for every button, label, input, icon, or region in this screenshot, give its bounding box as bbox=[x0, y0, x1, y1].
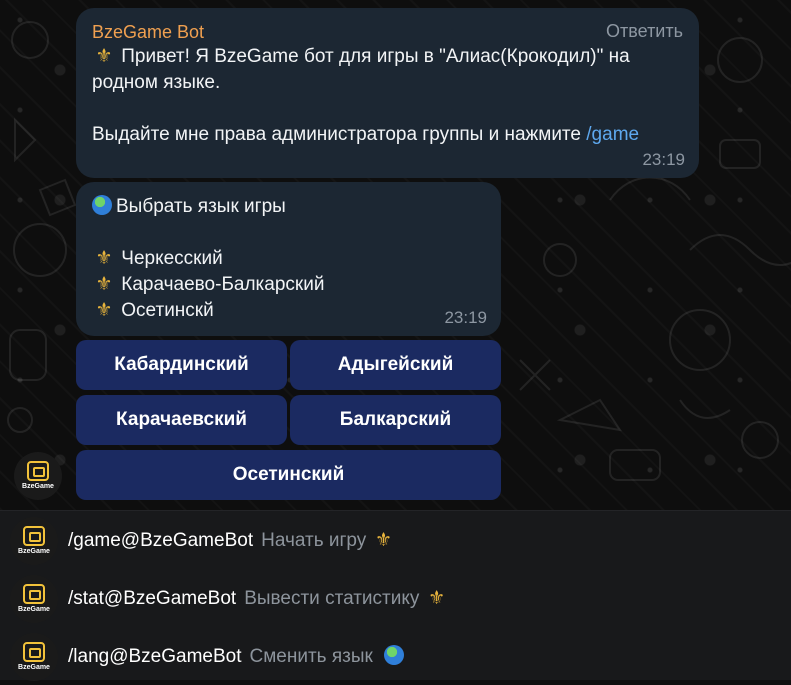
message-time: 23:19 bbox=[444, 308, 487, 327]
avatar-text: BzeGame bbox=[18, 548, 50, 555]
command-name: /lang@BzeGameBot bbox=[68, 646, 242, 667]
language-message: Выбрать язык игры ⚜ Черкесский ⚜ Карачае… bbox=[76, 182, 501, 336]
fleur-de-lis-icon: ⚜ bbox=[375, 530, 393, 551]
welcome-line-2: родном языке. bbox=[92, 72, 221, 93]
bot-logo-icon bbox=[23, 642, 45, 662]
command-row-game[interactable]: BzeGame /game@BzeGameBot Начать игру ⚜ bbox=[0, 511, 791, 569]
language-label: Осетинскй bbox=[121, 300, 214, 321]
command-description: Сменить язык bbox=[249, 646, 373, 667]
language-label: Карачаево-Балкарский bbox=[121, 274, 325, 295]
message-time: 23:19 bbox=[642, 150, 685, 169]
fleur-de-lis-icon: ⚜ bbox=[428, 588, 446, 609]
command-row-lang[interactable]: BzeGame /lang@BzeGameBot Сменить язык bbox=[0, 627, 791, 685]
command-text: /stat@BzeGameBot Вывести статистику ⚜ bbox=[68, 587, 449, 610]
welcome-message: BzeGame Bot Ответить ⚜ Привет! Я BzeGame… bbox=[76, 8, 699, 178]
welcome-text: ⚜ Привет! Я BzeGame бот для игры в "Алиа… bbox=[92, 44, 683, 148]
balkar-button[interactable]: Балкарский bbox=[290, 395, 501, 445]
bot-avatar: BzeGame bbox=[10, 633, 58, 681]
language-item: ⚜ Карачаево-Балкарский bbox=[92, 272, 485, 298]
welcome-line-3: Выдайте мне права администратора группы … bbox=[92, 124, 587, 145]
language-item: ⚜ Осетинскй bbox=[92, 298, 485, 324]
bot-logo-icon bbox=[27, 461, 49, 481]
language-title: Выбрать язык игры bbox=[116, 196, 286, 217]
reply-link[interactable]: Ответить bbox=[606, 21, 683, 42]
karachay-button[interactable]: Карачаевский bbox=[76, 395, 287, 445]
fleur-de-lis-icon: ⚜ bbox=[95, 248, 113, 269]
globe-icon bbox=[384, 645, 405, 665]
command-text: /game@BzeGameBot Начать игру ⚜ bbox=[68, 529, 396, 552]
command-suggestions-panel: BzeGame /game@BzeGameBot Начать игру ⚜ Bz… bbox=[0, 510, 791, 681]
welcome-line-1: Привет! Я BzeGame бот для игры в "Алиас(… bbox=[116, 46, 630, 67]
language-title-row: Выбрать язык игры bbox=[92, 194, 485, 220]
ossetian-button[interactable]: Осетинский bbox=[76, 450, 501, 500]
game-command-link[interactable]: /game bbox=[586, 124, 639, 145]
avatar-text: BzeGame bbox=[18, 606, 50, 613]
adyghe-button[interactable]: Адыгейский bbox=[290, 340, 501, 390]
avatar-text: BzeGame bbox=[22, 483, 54, 490]
kabardian-button[interactable]: Кабардинский bbox=[76, 340, 287, 390]
globe-icon bbox=[92, 195, 112, 215]
command-description: Начать игру bbox=[261, 530, 367, 551]
command-row-stat[interactable]: BzeGame /stat@BzeGameBot Вывести статисти… bbox=[0, 569, 791, 627]
fleur-de-lis-icon: ⚜ bbox=[95, 300, 113, 321]
bot-avatar: BzeGame bbox=[10, 575, 58, 623]
bot-logo-icon bbox=[23, 584, 45, 604]
command-name: /game@BzeGameBot bbox=[68, 530, 254, 551]
command-description: Вывести статистику bbox=[244, 588, 420, 609]
language-item: ⚜ Черкесский bbox=[92, 246, 485, 272]
bot-avatar[interactable]: BzeGame bbox=[14, 452, 62, 500]
command-name: /stat@BzeGameBot bbox=[68, 588, 237, 609]
bot-logo-icon bbox=[23, 526, 45, 546]
language-label: Черкесский bbox=[121, 248, 223, 269]
avatar-text: BzeGame bbox=[18, 664, 50, 671]
fleur-de-lis-icon: ⚜ bbox=[95, 46, 113, 67]
fleur-de-lis-icon: ⚜ bbox=[95, 274, 113, 295]
command-text: /lang@BzeGameBot Сменить язык bbox=[68, 645, 408, 668]
bot-avatar: BzeGame bbox=[10, 517, 58, 565]
sender-name[interactable]: BzeGame Bot bbox=[92, 20, 683, 44]
